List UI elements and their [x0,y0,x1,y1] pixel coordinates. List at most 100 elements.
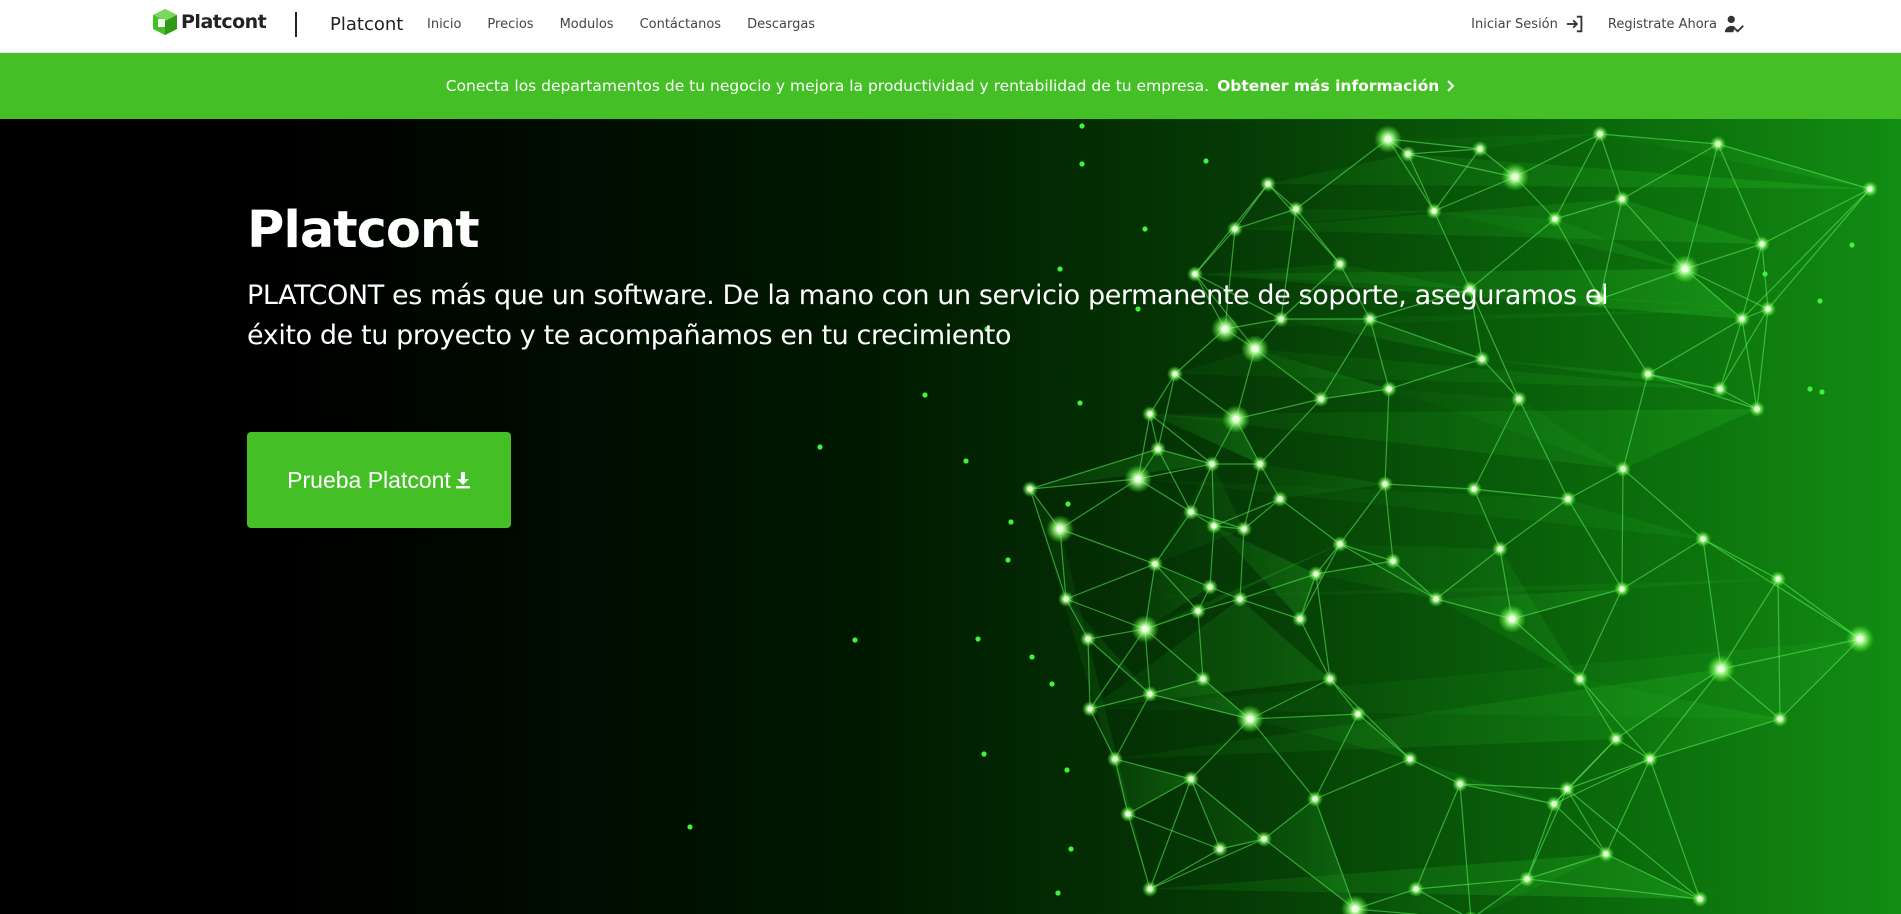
mesh-node [1717,665,1725,673]
floating-particle [1065,501,1071,507]
mesh-facet [1264,799,1355,909]
floating-particle [817,444,823,450]
mesh-node [1188,509,1194,515]
try-platcont-button[interactable]: Prueba Platcont [247,432,511,528]
mesh-node [1681,265,1689,273]
mesh-node [1479,356,1485,362]
mesh-edge [1702,538,1861,640]
mesh-node [1232,226,1238,232]
nav-links: Inicio Precios Modulos Contáctanos Desca… [427,17,815,32]
nav-link-modulos[interactable]: Modulos [560,17,614,32]
mesh-edge [1409,758,1461,785]
floating-particle [1079,161,1085,167]
nav-link-precios[interactable]: Precios [487,17,533,32]
floating-particle [852,637,858,643]
mesh-node [1217,846,1223,852]
mesh-node [1027,486,1033,492]
mesh-edge [1741,318,1758,410]
nav-link-inicio[interactable]: Inicio [427,17,461,32]
mesh-node [1293,206,1299,212]
mesh-facet [1150,854,1700,899]
mesh-node [1232,415,1240,423]
mesh-node [1565,496,1571,502]
mesh-edge [1149,838,1265,890]
sign-in-icon [1566,15,1583,33]
mesh-node [1413,886,1419,892]
download-icon [455,472,470,489]
floating-particle [1055,890,1061,896]
mesh-node [1433,596,1439,602]
floating-particle [1807,386,1813,392]
register-link[interactable]: Registrate Ahora [1608,13,1745,35]
nav-product-title: Platcont [330,14,404,35]
mesh-node [1765,306,1771,312]
floating-particle [1142,226,1148,232]
mesh-node [1056,525,1064,533]
nav-link-contactanos[interactable]: Contáctanos [640,17,722,32]
mesh-node [1717,386,1723,392]
mesh-edge [1407,148,1481,155]
hero-title: Platcont [247,201,480,260]
mesh-node [1431,208,1437,214]
mesh-edge [1567,468,1624,500]
floating-particle [687,824,693,830]
mesh-node [1697,896,1703,902]
mesh-node [1327,676,1333,682]
mesh-node [1497,546,1503,552]
mesh-edge [1279,498,1341,545]
mesh-node [1246,715,1254,723]
mesh-node [1241,526,1247,532]
platcont-logo-icon [153,9,177,35]
floating-particle [1005,557,1011,563]
mesh-node [1620,466,1626,472]
mesh-edge [1599,133,1623,200]
mesh-node [1112,756,1118,762]
mesh-node [1613,736,1619,742]
mesh-node [1715,141,1721,147]
user-check-icon [1724,15,1744,33]
floating-particle [1817,298,1823,304]
floating-particle [975,636,981,642]
mesh-node [1739,316,1745,322]
nav-link-descargas[interactable]: Descargas [747,17,815,32]
mesh-edge [1767,188,1871,310]
mesh-node [1147,411,1153,417]
mesh-node [1405,151,1411,157]
mesh-node [1867,186,1873,192]
floating-particle [1057,266,1063,272]
floating-particle [1068,846,1074,852]
brand-logo-link[interactable]: Platcont [151,6,267,38]
mesh-node [1775,576,1781,582]
mesh-node [1603,851,1609,857]
floating-particle [1077,400,1083,406]
mesh-edge [1243,463,1261,530]
top-navbar: Platcont Platcont Inicio Precios Modulos… [0,0,1901,53]
login-link[interactable]: Iniciar Sesión [1471,13,1586,35]
promo-more-info-link[interactable]: Obtener más información [1217,77,1455,95]
mesh-node [1759,241,1765,247]
mesh-node [1265,181,1271,187]
mesh-edge [1741,188,1871,320]
hero-description: PLATCONT es más que un software. De la m… [247,280,1609,351]
mesh-node [1477,146,1483,152]
brand-name: Platcont [181,11,267,33]
mesh-node [1564,786,1570,792]
mesh-node [1152,561,1158,567]
mesh-edge [1059,528,1156,565]
mesh-node [1209,461,1215,467]
mesh-edge [1621,468,1624,590]
mesh-node [1382,481,1388,487]
mesh-node [1457,781,1463,787]
mesh-node [1647,756,1653,762]
mesh-node [1200,676,1206,682]
mesh-node [1297,616,1303,622]
floating-particle [1819,389,1825,395]
mesh-node [1237,596,1243,602]
mesh-node [1856,635,1864,643]
mesh-node [1147,691,1153,697]
floating-particle [1079,123,1085,129]
mesh-node [1277,496,1283,502]
mesh-node [1125,811,1131,817]
mesh-edge [1314,758,1411,800]
floating-particle [1029,654,1035,660]
